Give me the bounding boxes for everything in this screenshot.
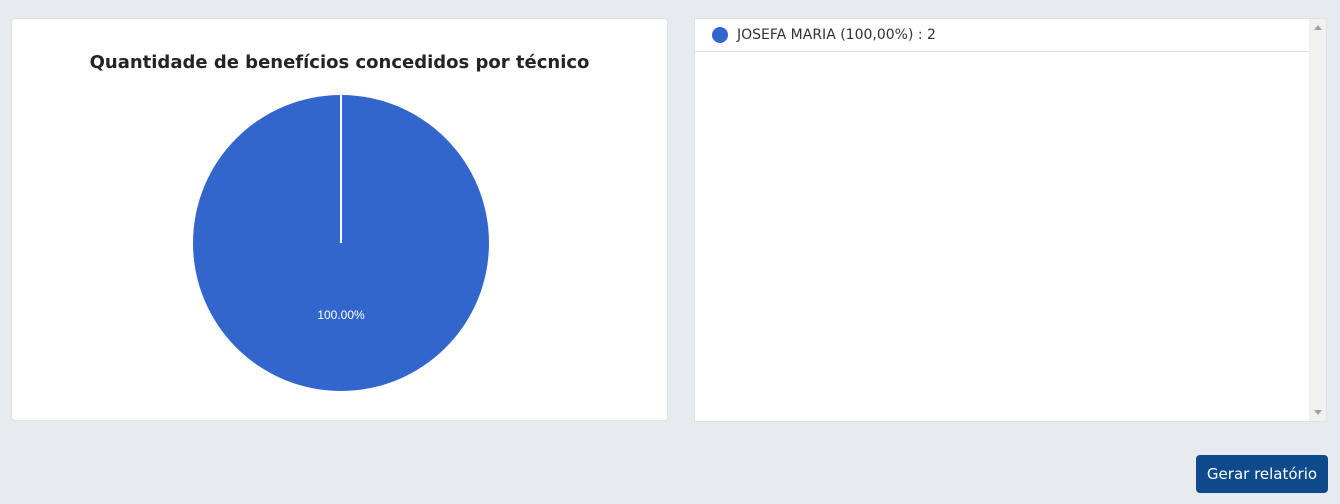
legend-list: JOSEFA MARIA (100,00%) : 2 [695,19,1310,52]
legend-scrollbar[interactable] [1309,19,1326,421]
legend-item[interactable]: JOSEFA MARIA (100,00%) : 2 [695,19,1310,52]
chart-card: Quantidade de benefícios concedidos por … [11,18,668,421]
scroll-down-arrow-icon[interactable] [1314,410,1322,415]
legend-item-label: JOSEFA MARIA (100,00%) : 2 [737,27,936,43]
legend-color-dot-icon [712,27,728,43]
legend-panel: JOSEFA MARIA (100,00%) : 2 [694,18,1327,422]
scroll-up-arrow-icon[interactable] [1314,25,1322,30]
pie-slice-label: 100.00% [317,308,365,322]
generate-report-button[interactable]: Gerar relatório [1196,455,1328,493]
pie-chart: 100.00% [193,95,489,391]
